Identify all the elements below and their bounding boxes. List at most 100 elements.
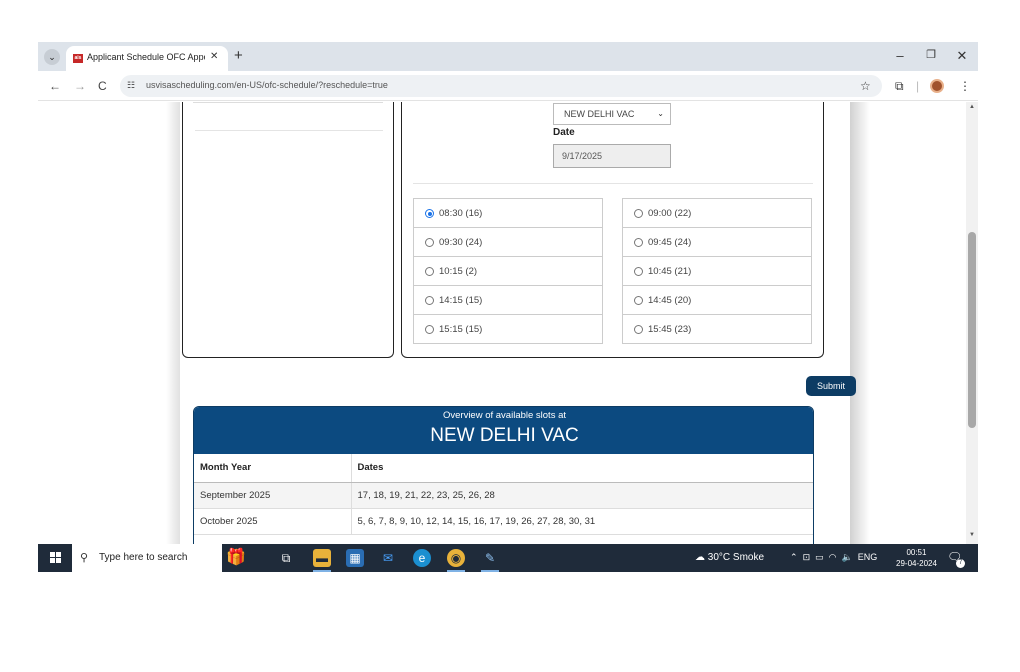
- time-slot-label: 14:45 (20): [648, 295, 692, 306]
- overview-subtitle: Overview of available slots at: [442, 410, 567, 421]
- notepad-icon[interactable]: ✎: [481, 549, 499, 567]
- time-slot-option[interactable]: 14:45 (20): [622, 285, 812, 315]
- system-tray[interactable]: ⌃ ⊡ ▭ ◠ 🔈 ENG: [790, 552, 877, 563]
- month-year-cell: September 2025: [194, 482, 352, 509]
- tab-strip: ⌄ ais Applicant Schedule OFC Appoi ✕ + –…: [38, 42, 978, 71]
- overview-table: Month Year Dates September 2025 17, 18, …: [194, 454, 813, 535]
- page-viewport: NEW DELHI VAC ⌄ Date 9/17/2025 08:30 (16…: [38, 102, 978, 544]
- close-window-icon[interactable]: ✕: [952, 48, 972, 64]
- divider: [193, 102, 383, 103]
- site-info-icon[interactable]: ☷: [127, 80, 135, 91]
- date-label: Date: [553, 127, 575, 138]
- maximize-icon[interactable]: ❐: [921, 48, 941, 61]
- chevron-up-icon[interactable]: ⌃: [790, 552, 798, 562]
- time-slot-option[interactable]: 10:45 (21): [622, 256, 812, 286]
- radio-button[interactable]: [634, 238, 643, 247]
- menu-dots-icon[interactable]: ⋮: [959, 79, 971, 93]
- radio-button[interactable]: [425, 209, 434, 218]
- volume-icon[interactable]: 🔈: [842, 552, 853, 562]
- time-slot-option[interactable]: 15:45 (23): [622, 314, 812, 344]
- applicant-panel: [182, 102, 394, 358]
- time-slot-option[interactable]: 10:15 (2): [413, 256, 603, 286]
- submit-button[interactable]: Submit: [806, 376, 856, 396]
- radio-button[interactable]: [634, 267, 643, 276]
- radio-button[interactable]: [425, 296, 434, 305]
- table-header-row: Month Year Dates: [194, 454, 813, 483]
- battery-icon[interactable]: ▭: [815, 552, 824, 562]
- windows-taskbar: ⚲ Type here to search 🎁 ⧉ ▬ ▦ ✉ e ◉ ✎ ☁ …: [38, 544, 978, 572]
- time-slot-option[interactable]: 09:30 (24): [413, 227, 603, 257]
- scroll-up-icon[interactable]: ▲: [969, 104, 975, 110]
- scroll-down-icon[interactable]: ▼: [969, 532, 975, 538]
- time-slot-label: 08:30 (16): [439, 208, 483, 219]
- tab-title: Applicant Schedule OFC Appoi: [87, 52, 205, 62]
- minimize-icon[interactable]: –: [890, 48, 910, 63]
- active-indicator: [313, 570, 331, 572]
- active-indicator: [447, 570, 465, 572]
- radio-button[interactable]: [425, 267, 434, 276]
- mail-icon[interactable]: ✉: [379, 549, 397, 567]
- url-text[interactable]: usvisascheduling.com/en-US/ofc-schedule/…: [146, 80, 388, 90]
- time-slot-label: 09:30 (24): [439, 237, 483, 248]
- time-slot-option[interactable]: 09:00 (22): [622, 198, 812, 228]
- dates-cell: 5, 6, 7, 8, 9, 10, 12, 14, 15, 16, 17, 1…: [351, 508, 813, 535]
- tab-search-icon[interactable]: ⌄: [44, 49, 60, 65]
- table-row: October 2025 5, 6, 7, 8, 9, 10, 12, 14, …: [194, 508, 813, 535]
- radio-button[interactable]: [634, 296, 643, 305]
- weather-widget[interactable]: ☁ 30°C Smoke: [695, 552, 764, 563]
- bookmark-star-icon[interactable]: ☆: [860, 79, 871, 93]
- schedule-panel: NEW DELHI VAC ⌄ Date 9/17/2025 08:30 (16…: [401, 102, 824, 358]
- radio-button[interactable]: [425, 325, 434, 334]
- notification-badge: 7: [956, 559, 965, 568]
- time-slot-option[interactable]: 14:15 (15): [413, 285, 603, 315]
- wifi-icon[interactable]: ◠: [829, 552, 837, 562]
- date-field[interactable]: 9/17/2025: [553, 144, 671, 168]
- reload-icon[interactable]: C: [98, 79, 107, 93]
- time-slot-label: 15:15 (15): [439, 324, 483, 335]
- new-tab-icon[interactable]: +: [234, 47, 243, 64]
- scrollbar-thumb[interactable]: [968, 232, 976, 428]
- page-shadow-left: [166, 102, 180, 544]
- radio-button[interactable]: [425, 238, 434, 247]
- radio-button[interactable]: [634, 325, 643, 334]
- toolbar-divider: |: [916, 79, 920, 93]
- chevron-down-icon: ⌄: [657, 109, 664, 118]
- search-icon: ⚲: [80, 552, 89, 564]
- network-icon[interactable]: ⊡: [803, 552, 811, 562]
- time-slot-label: 14:15 (15): [439, 295, 483, 306]
- time-slot-label: 10:15 (2): [439, 266, 478, 277]
- dates-cell: 17, 18, 19, 21, 22, 23, 25, 26, 28: [351, 482, 813, 509]
- chrome-icon[interactable]: ◉: [447, 549, 465, 567]
- month-year-cell: October 2025: [194, 508, 352, 535]
- weather-icon: ☁: [695, 552, 705, 563]
- divider: [413, 183, 813, 184]
- time-slot-option[interactable]: 15:15 (15): [413, 314, 603, 344]
- taskbar-clock[interactable]: 00:51 29-04-2024: [896, 547, 937, 569]
- time-slot-label: 10:45 (21): [648, 266, 692, 277]
- search-highlight-icon[interactable]: 🎁: [226, 547, 260, 569]
- taskbar-search[interactable]: ⚲ Type here to search: [72, 544, 222, 572]
- radio-button[interactable]: [634, 209, 643, 218]
- time-slot-label: 15:45 (23): [648, 324, 692, 335]
- address-bar[interactable]: ☷ usvisascheduling.com/en-US/ofc-schedul…: [120, 75, 882, 97]
- language-indicator[interactable]: ENG: [858, 552, 878, 562]
- windows-start-icon[interactable]: [50, 552, 62, 564]
- back-icon[interactable]: ←: [49, 79, 61, 93]
- time-slot-option[interactable]: 08:30 (16): [413, 198, 603, 228]
- page-scrollbar[interactable]: ▲ ▼: [966, 102, 978, 544]
- time-slot-label: 09:45 (24): [648, 237, 692, 248]
- extensions-icon[interactable]: ⧉: [895, 79, 904, 94]
- time-slot-label: 09:00 (22): [648, 208, 692, 219]
- store-icon[interactable]: ▦: [346, 549, 364, 567]
- task-view-icon[interactable]: ⧉: [277, 549, 295, 567]
- file-explorer-icon[interactable]: ▬: [313, 549, 331, 567]
- location-select[interactable]: NEW DELHI VAC ⌄: [553, 103, 671, 125]
- profile-avatar[interactable]: [930, 79, 944, 93]
- edge-icon[interactable]: e: [413, 549, 431, 567]
- slots-overview: Overview of available slots at NEW DELHI…: [193, 406, 814, 544]
- time-slot-option[interactable]: 09:45 (24): [622, 227, 812, 257]
- forward-icon[interactable]: →: [74, 79, 86, 93]
- browser-tab[interactable]: ais Applicant Schedule OFC Appoi ✕: [66, 46, 228, 71]
- close-tab-icon[interactable]: ✕: [210, 51, 218, 62]
- weather-text: 30°C Smoke: [707, 552, 765, 563]
